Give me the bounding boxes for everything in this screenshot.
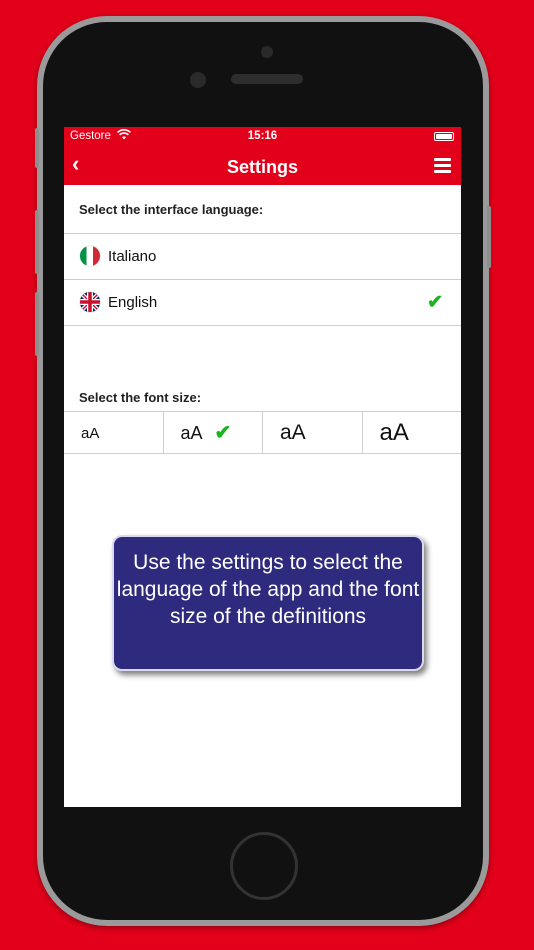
font-size-sample: aA [379, 419, 409, 446]
navigation-bar: ‹ Settings [64, 147, 461, 185]
status-bar: Gestore 15:16 [64, 127, 461, 147]
language-option-label: English [108, 294, 158, 311]
checkmark-icon: ✔ [214, 422, 232, 444]
page-title: Settings [226, 157, 298, 177]
font-size-sample: aA [180, 423, 203, 443]
home-button[interactable] [230, 832, 298, 900]
checkmark-icon: ✔ [427, 292, 443, 313]
battery-icon [434, 132, 454, 141]
font-section-header: Select the font size: [64, 376, 461, 412]
font-size-option-xlarge[interactable]: aA [363, 412, 462, 453]
font-size-sample: aA [81, 425, 100, 442]
italy-flag-icon [80, 246, 100, 266]
onboarding-tooltip: Use the settings to select the language … [112, 535, 424, 671]
language-option-english[interactable]: English ✔ [64, 280, 461, 326]
language-section-header: Select the interface language: [64, 185, 461, 234]
front-camera [261, 46, 273, 58]
volume-up-button [35, 210, 39, 274]
app-screen: Gestore 15:16 ‹ Settings Select the inte… [64, 127, 461, 807]
font-size-sample: aA [280, 421, 306, 444]
status-time: 15:16 [247, 130, 278, 142]
font-size-option-large[interactable]: aA [263, 412, 363, 453]
language-header-label: Select the interface language: [79, 202, 264, 217]
mute-switch [35, 128, 39, 168]
earpiece-speaker [231, 74, 303, 84]
font-size-option-small[interactable]: aA [64, 412, 164, 453]
tooltip-text: Use the settings to select the language … [116, 551, 420, 628]
language-option-italiano[interactable]: Italiano [64, 234, 461, 280]
font-size-option-medium[interactable]: aA ✔ [164, 412, 263, 453]
font-header-label: Select the font size: [79, 390, 202, 405]
proximity-sensor [190, 72, 206, 88]
volume-down-button [35, 292, 39, 356]
language-option-label: Italiano [108, 248, 157, 265]
font-size-selector: aA aA ✔ aA aA [64, 412, 461, 454]
hamburger-menu-icon[interactable] [434, 158, 451, 176]
uk-flag-icon [80, 292, 100, 312]
power-button [487, 206, 491, 268]
